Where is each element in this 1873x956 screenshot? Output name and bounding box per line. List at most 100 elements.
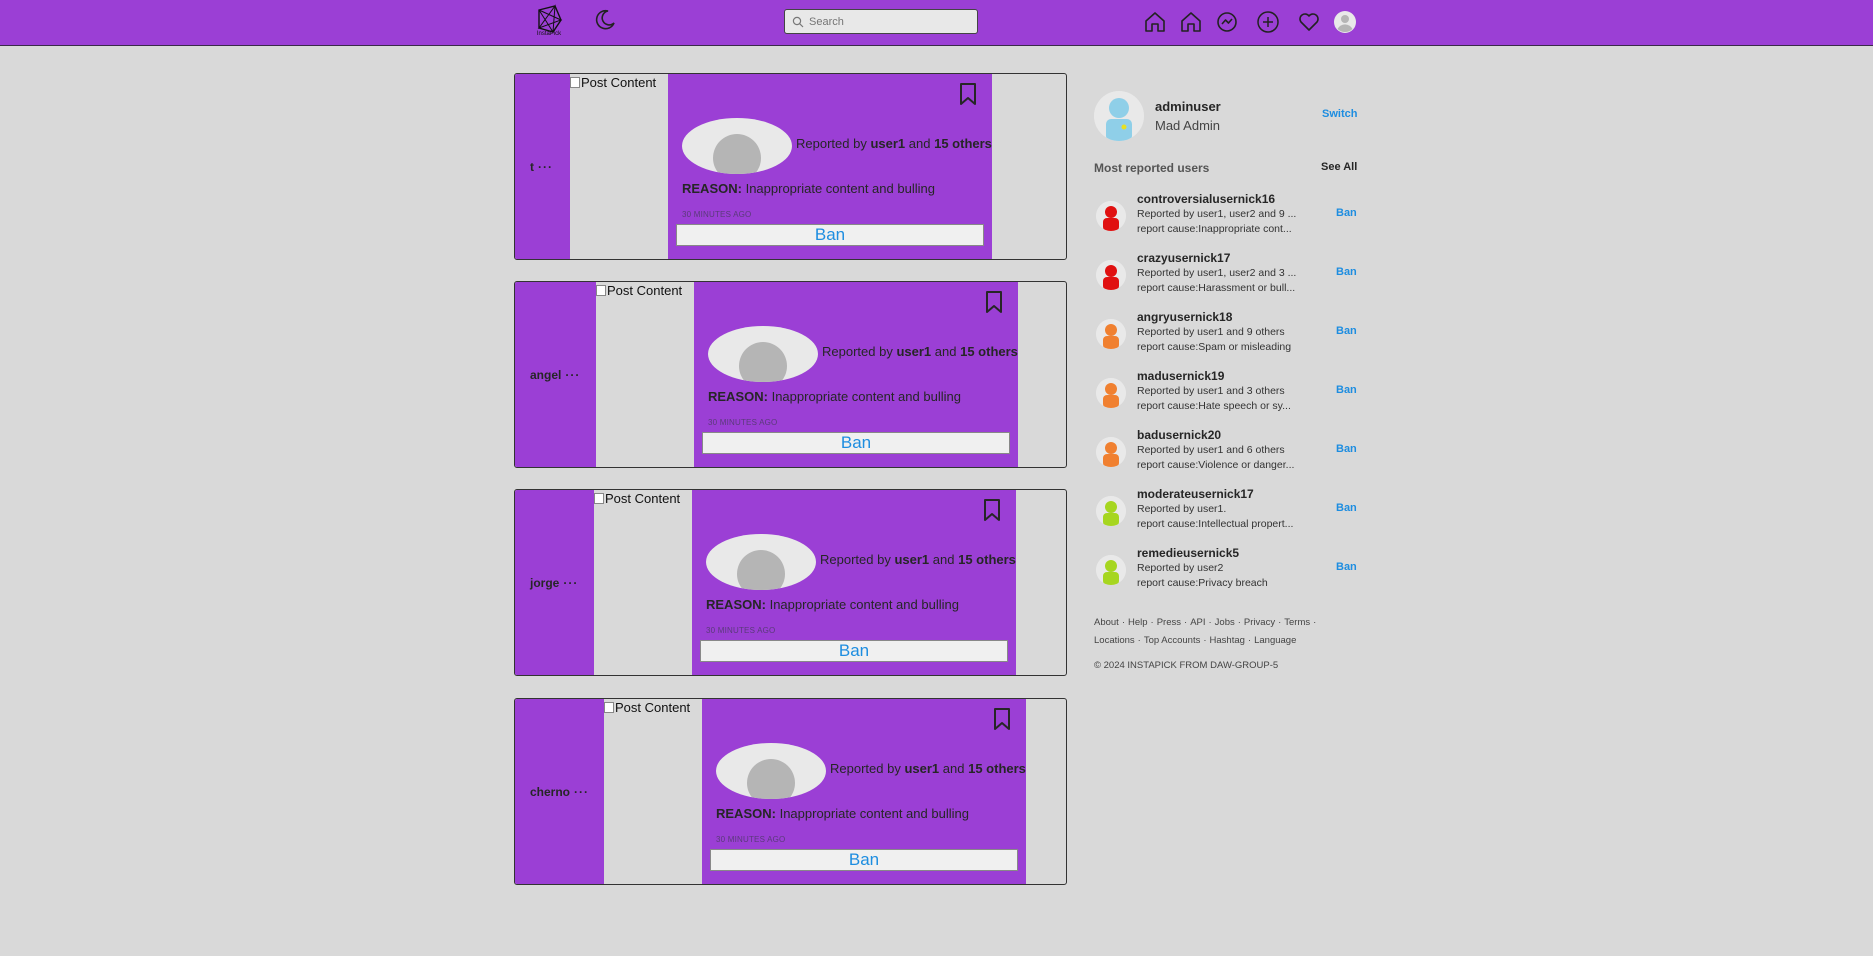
broken-image-icon [570,77,580,88]
reported-user-item: controversialusernick16 Reported by user… [1094,192,1357,242]
footer-link[interactable]: Hashtag [1210,635,1245,646]
footer-separator: · [1184,617,1188,628]
more-options-icon[interactable]: ··· [574,785,589,799]
broken-image-icon [594,493,604,504]
reported-user-avatar[interactable] [1096,496,1126,526]
top-navbar: InstaPick [0,0,1873,46]
add-post-icon[interactable] [1255,9,1281,35]
footer-separator: · [1313,617,1317,628]
reported-by-text: Reported by user1 and 15 others [796,136,992,151]
admin-avatar[interactable] [1094,91,1144,141]
reported-user-reporters: Reported by user1 and 9 others [1137,326,1285,338]
search-icon [792,16,804,28]
see-all-link[interactable]: See All [1321,161,1357,173]
reported-user-name[interactable]: crazyusernick17 [1137,251,1230,265]
ban-button[interactable]: Ban [710,849,1018,871]
admin-avatar-icon [1094,91,1144,141]
report-time: 30 MINUTES AGO [682,210,752,219]
footer-link[interactable]: About [1094,617,1119,628]
ban-button[interactable]: Ban [676,224,984,246]
footer-link[interactable]: Locations [1094,635,1135,646]
more-options-icon[interactable]: ··· [538,160,553,174]
ban-user-link[interactable]: Ban [1336,502,1357,514]
bookmark-icon[interactable] [991,707,1013,731]
report-time: 30 MINUTES AGO [706,626,776,635]
footer-link[interactable]: API [1190,617,1205,628]
home-outline-icon[interactable] [1178,9,1204,35]
post-image: Post Content [594,490,692,675]
report-reason: REASON: Inappropriate content and bullin… [708,389,961,404]
reported-post-card: cherno ··· Post Content Reported by user1… [514,698,1067,885]
moon-icon[interactable] [593,8,617,32]
more-options-icon[interactable]: ··· [563,576,578,590]
bookmark-icon[interactable] [983,290,1005,314]
reported-user-name[interactable]: madusernick19 [1137,369,1224,383]
broken-image-icon [596,285,606,296]
user-avatar-icon [1096,201,1126,231]
user-avatar-icon [1096,260,1126,290]
reported-user-name[interactable]: badusernick20 [1137,428,1221,442]
reported-user-avatar[interactable] [1096,378,1126,408]
switch-account-link[interactable]: Switch [1322,108,1357,120]
footer-separator: · [1208,617,1212,628]
reported-user-avatar[interactable] [1096,319,1126,349]
bookmark-icon[interactable] [981,498,1003,522]
search-input[interactable] [809,13,969,30]
home-icon[interactable] [1142,9,1168,35]
ban-button[interactable]: Ban [700,640,1008,662]
reported-user-name[interactable]: angryusernick18 [1137,310,1232,324]
reported-user-cause: report cause:Violence or danger... [1137,459,1295,471]
footer-separator: · [1121,617,1125,628]
search-bar[interactable] [784,9,978,34]
broken-image-icon [604,702,614,713]
reported-post-card: jorge ··· Post Content Reported by user1 … [514,489,1067,676]
reported-user-avatar[interactable] [1096,555,1126,585]
reported-user-name[interactable]: controversialusernick16 [1137,192,1275,206]
ban-user-link[interactable]: Ban [1336,561,1357,573]
ban-user-link[interactable]: Ban [1336,325,1357,337]
footer-separator: · [1247,635,1252,646]
post-user-column: t ··· [515,74,570,259]
report-panel: Reported by user1 and 15 others REASON: … [692,490,1016,675]
admin-username[interactable]: adminuser [1155,99,1221,114]
bookmark-icon[interactable] [957,82,979,106]
footer-link[interactable]: Language [1254,635,1296,646]
footer-link[interactable]: Terms [1284,617,1310,628]
reported-by-text: Reported by user1 and 15 others [820,552,1016,567]
reported-user-reporters: Reported by user2 [1137,562,1224,574]
reported-user-avatar[interactable] [1096,201,1126,231]
reported-user-avatar[interactable] [1096,437,1126,467]
admin-subtitle: Mad Admin [1155,118,1221,133]
post-username[interactable]: t ··· [530,160,553,174]
ban-user-link[interactable]: Ban [1336,266,1357,278]
ban-user-link[interactable]: Ban [1336,384,1357,396]
reporter-avatar [682,118,792,174]
post-username[interactable]: cherno ··· [530,785,589,799]
footer-link[interactable]: Top Accounts [1144,635,1201,646]
post-username[interactable]: jorge ··· [530,576,578,590]
reported-user-item: madusernick19 Reported by user1 and 3 ot… [1094,369,1357,419]
heart-icon[interactable] [1296,9,1322,35]
more-options-icon[interactable]: ··· [565,368,580,382]
post-user-column: cherno ··· [515,699,604,884]
footer-separator: · [1137,635,1141,646]
ban-user-link[interactable]: Ban [1336,443,1357,455]
footer-separator: · [1278,617,1282,628]
post-username[interactable]: angel ··· [530,368,580,382]
profile-avatar-icon[interactable] [1332,9,1358,35]
messenger-icon[interactable] [1214,9,1240,35]
reported-by-text: Reported by user1 and 15 others [830,761,1026,776]
footer-link[interactable]: Press [1157,617,1181,628]
reported-user-cause: report cause:Hate speech or sy... [1137,400,1291,412]
reported-user-name[interactable]: remedieusernick5 [1137,546,1239,560]
reported-user-cause: report cause:Inappropriate cont... [1137,223,1292,235]
ban-user-link[interactable]: Ban [1336,207,1357,219]
reported-user-avatar[interactable] [1096,260,1126,290]
footer-link[interactable]: Jobs [1215,617,1235,628]
footer-link[interactable]: Help [1128,617,1148,628]
reported-user-reporters: Reported by user1, user2 and 3 ... [1137,267,1297,279]
reported-user-name[interactable]: moderateusernick17 [1137,487,1254,501]
footer-link[interactable]: Privacy [1244,617,1275,628]
reported-post-card: t ··· Post Content Reported by user1 and … [514,73,1067,260]
ban-button[interactable]: Ban [702,432,1010,454]
